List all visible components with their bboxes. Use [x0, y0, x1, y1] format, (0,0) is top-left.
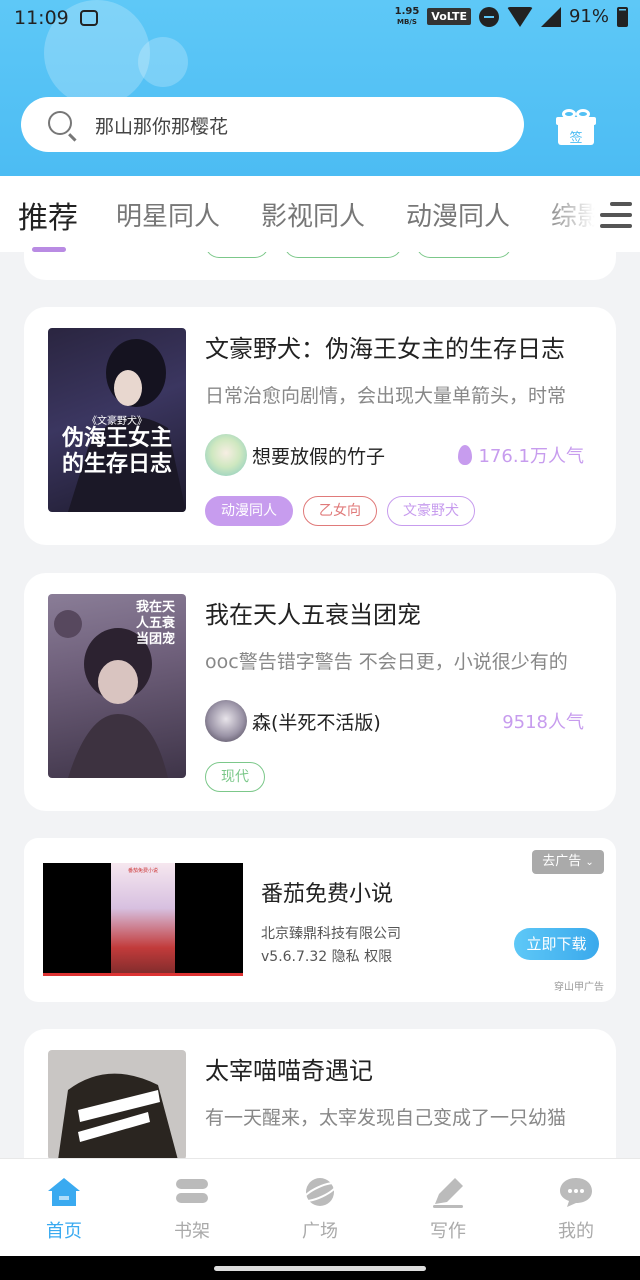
- speed-value: 1.95: [394, 5, 420, 17]
- battery-percent: 91%: [568, 6, 609, 27]
- ad-title[interactable]: 番茄免费小说: [261, 876, 393, 908]
- tab-star-fanfic[interactable]: 明星同人: [116, 196, 220, 233]
- nav-plaza[interactable]: 广场: [256, 1159, 384, 1257]
- book-title[interactable]: 文豪野犬：伪海王女主的生存日志: [205, 329, 565, 364]
- ad-card[interactable]: 番茄免费小说 番茄免费小说 北京臻鼎科技有限公司 v5.6.7.32 隐私 权限…: [24, 838, 616, 1002]
- book-cover: 我在天人五衰当团宠: [48, 594, 186, 778]
- status-bar: 11:09 1.95 MB/S VoLTE 91%: [0, 0, 640, 38]
- book-title[interactable]: 太宰喵喵奇遇记: [205, 1051, 373, 1086]
- tab-anime-fanfic[interactable]: 动漫同人: [406, 196, 510, 233]
- status-time: 11:09: [14, 7, 69, 29]
- tab-recommend[interactable]: 推荐: [18, 193, 78, 237]
- tag[interactable]: 文豪野犬: [387, 496, 475, 526]
- chevron-down-icon: ⌄: [585, 857, 594, 868]
- nav-label: 书架: [174, 1221, 210, 1242]
- book-description: ooc警告错字警告 不会日更，小说很少有的: [205, 651, 568, 673]
- ad-video[interactable]: 番茄免费小说: [43, 863, 243, 976]
- nav-mine[interactable]: 我的: [512, 1159, 640, 1257]
- ad-image: 番茄免费小说: [111, 863, 175, 976]
- ad-progress: [43, 973, 243, 976]
- do-not-disturb-icon: [478, 6, 499, 27]
- remove-ad-button[interactable]: 去广告 ⌄: [532, 850, 604, 874]
- speed-unit: MB/S: [397, 17, 417, 26]
- ad-meta[interactable]: v5.6.7.32 隐私 权限: [261, 946, 392, 966]
- tv-icon: [80, 10, 98, 26]
- tag[interactable]: 乙女向: [303, 496, 377, 526]
- cover-art: [58, 1073, 178, 1160]
- popularity-value: 9518人气: [502, 712, 584, 733]
- remove-ad-label: 去广告: [542, 854, 582, 869]
- author-name[interactable]: 森(半死不活版): [252, 708, 381, 735]
- search-placeholder: 那山那你那樱花: [95, 116, 229, 138]
- ad-source: 穿山甲广告: [554, 982, 604, 993]
- bookshelf-icon: [176, 1179, 208, 1203]
- book-title[interactable]: 我在天人五衰当团宠: [205, 595, 421, 630]
- book-card[interactable]: 我在天人五衰当团宠 我在天人五衰当团宠 ooc警告错字警告 不会日更，小说很少有…: [24, 573, 616, 811]
- tag[interactable]: 现代: [205, 762, 265, 792]
- planet-icon: [303, 1178, 337, 1206]
- author-name[interactable]: 想要放假的竹子: [252, 442, 385, 469]
- chat-bubble-icon: [560, 1178, 592, 1207]
- tag-list: 现代: [205, 762, 265, 792]
- flame-icon: [458, 445, 473, 465]
- nav-write[interactable]: 写作: [384, 1159, 512, 1257]
- author-avatar[interactable]: [205, 700, 247, 742]
- tag[interactable]: 动漫同人: [205, 496, 293, 526]
- tag-list: 动漫同人 乙女向 文豪野犬: [205, 496, 475, 526]
- tab-indicator: [32, 247, 66, 252]
- popularity: 176.1万人气: [458, 442, 584, 468]
- book-description: 有一天醒来，太宰发现自己变成了一只幼猫: [205, 1107, 567, 1129]
- category-menu-icon[interactable]: [600, 200, 632, 230]
- popularity-value: 176.1万人气: [478, 446, 584, 467]
- signal-icon: [540, 6, 561, 27]
- nav-label: 写作: [430, 1221, 466, 1242]
- search-icon: [48, 111, 72, 135]
- gift-label: 签: [569, 131, 583, 146]
- sign-in-gift-button[interactable]: 签: [556, 109, 596, 146]
- book-description: 日常治愈向剧情，会出现大量单箭头，时常: [205, 385, 567, 407]
- nav-label: 我的: [558, 1221, 594, 1242]
- nav-bookshelf[interactable]: 书架: [128, 1159, 256, 1257]
- network-speed: 1.95 MB/S: [394, 5, 420, 27]
- search-bar[interactable]: 那山那你那樱花: [21, 97, 524, 152]
- ad-image-label: 番茄免费小说: [127, 868, 158, 874]
- ad-company: 北京臻鼎科技有限公司: [261, 926, 401, 942]
- wifi-icon: [506, 6, 533, 27]
- cover-title: 我在天人五衰当团宠: [136, 600, 176, 647]
- home-icon: [48, 1178, 80, 1206]
- popularity: 9518人气: [502, 708, 584, 734]
- header: 11:09 1.95 MB/S VoLTE 91% 那山那你那樱花 签: [0, 0, 640, 176]
- nav-home[interactable]: 首页: [0, 1159, 128, 1257]
- cover-title: 伪海王女主的生存日志: [61, 426, 172, 477]
- home-gesture-bar[interactable]: [214, 1266, 426, 1271]
- download-button[interactable]: 立即下载: [514, 928, 599, 960]
- gift-lid: [556, 117, 596, 125]
- nav-label: 广场: [302, 1221, 338, 1242]
- cover-subtitle: 《文豪野犬》: [87, 416, 147, 427]
- nav-label: 首页: [46, 1221, 82, 1242]
- decor-bubble: [138, 37, 188, 87]
- category-tabs: 推荐 明星同人 影视同人 动漫同人 综影: [0, 176, 640, 252]
- book-cover: 《文豪野犬》 伪海王女主的生存日志: [48, 328, 186, 512]
- author-avatar[interactable]: [205, 434, 247, 476]
- pen-icon: [433, 1178, 463, 1208]
- volte-badge: VoLTE: [427, 8, 471, 25]
- tab-film-fanfic[interactable]: 影视同人: [261, 196, 365, 233]
- book-cover: [48, 1050, 186, 1160]
- bottom-nav: 首页 书架 广场 写作 我的: [0, 1158, 640, 1256]
- book-card[interactable]: 《文豪野犬》 伪海王女主的生存日志 文豪野犬：伪海王女主的生存日志 日常治愈向剧…: [24, 307, 616, 545]
- system-nav-bar: [0, 1256, 640, 1280]
- battery-icon: [617, 6, 628, 27]
